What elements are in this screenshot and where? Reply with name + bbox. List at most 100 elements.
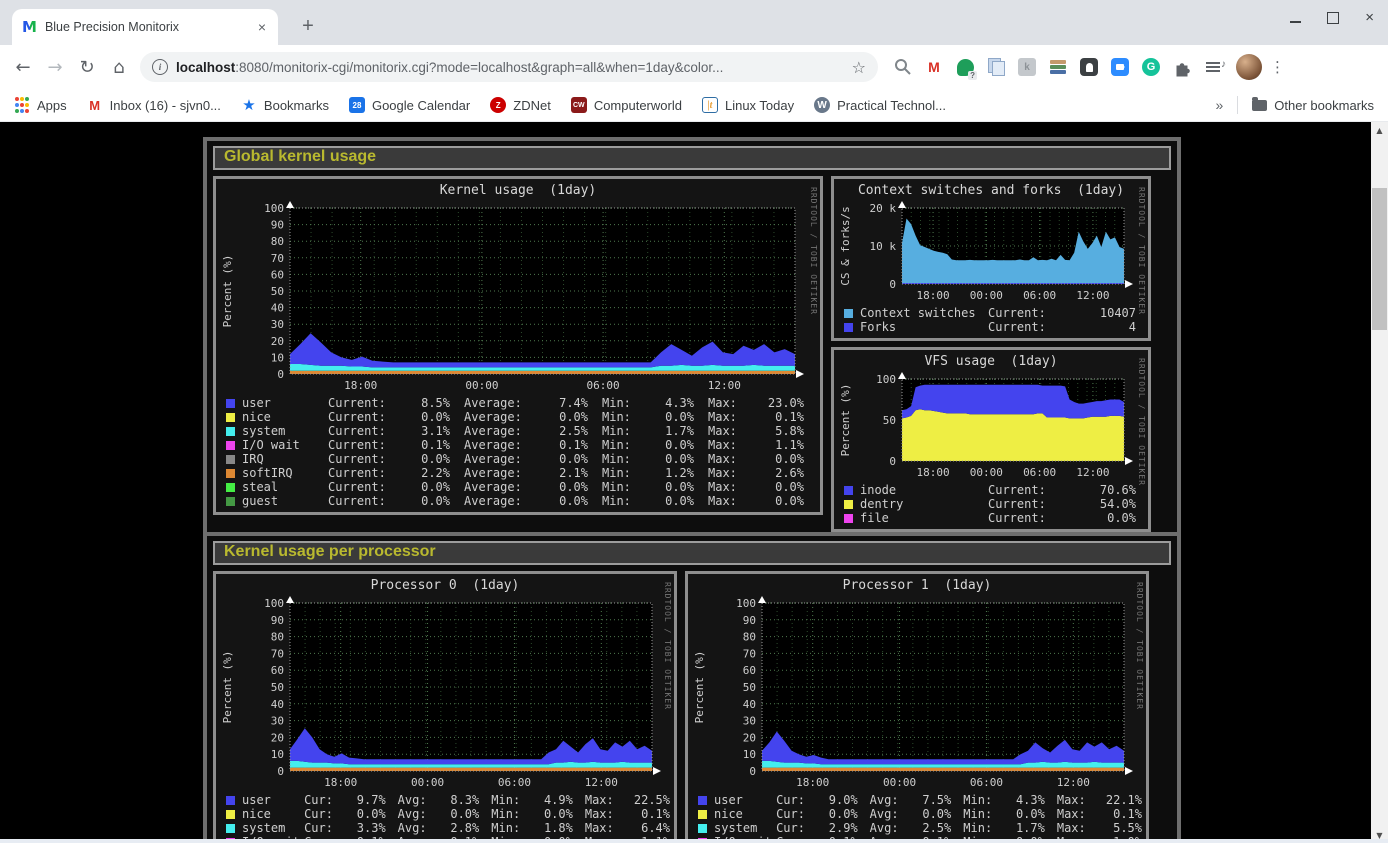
legend-series-name: steal <box>242 480 328 494</box>
legend-stat: Min:0.0% <box>602 410 694 424</box>
legend-swatch <box>226 455 235 464</box>
bookmark-star-icon[interactable]: ☆ <box>852 58 866 77</box>
other-bookmarks-label: Other bookmarks <box>1274 98 1374 113</box>
chart-panel-vfs-usage[interactable]: VFS usage (1day)050100Percent (%)18:0000… <box>831 347 1151 532</box>
svg-text:0: 0 <box>889 455 896 468</box>
profile-avatar[interactable] <box>1236 54 1262 80</box>
legend-series-name: file <box>860 511 988 525</box>
tab-strip: M Blue Precision Monitorix × + × <box>0 0 1388 45</box>
svg-text:12:00: 12:00 <box>1057 776 1090 789</box>
legend-stat: Average:2.1% <box>464 466 588 480</box>
legend-stat: Min:1.2% <box>602 466 694 480</box>
legend-series-name: system <box>714 821 776 835</box>
legend-stat: Current:8.5% <box>328 396 450 410</box>
scroll-up-icon[interactable]: ▲ <box>1371 122 1388 138</box>
voice-icon[interactable]: ? <box>954 56 976 78</box>
legend-stat: Current:0.0% <box>328 480 450 494</box>
forward-icon[interactable]: → <box>40 52 70 82</box>
svg-text:12:00: 12:00 <box>1076 466 1109 479</box>
person-ext-icon[interactable]: k <box>1016 56 1038 78</box>
zoom-cam-icon[interactable] <box>1109 56 1131 78</box>
svg-text:06:00: 06:00 <box>1023 466 1056 479</box>
keeper-icon[interactable] <box>1078 56 1100 78</box>
page-content: Global kernel usage Kernel usage (1day)0… <box>0 122 1388 843</box>
gmail-ext-icon[interactable]: M <box>923 56 945 78</box>
svg-text:20 k: 20 k <box>870 202 897 215</box>
close-button[interactable]: × <box>1365 13 1374 23</box>
bookmark-item[interactable]: WPractical Technol... <box>814 97 946 113</box>
reload-icon[interactable]: ↻ <box>72 52 102 82</box>
grammarly-icon[interactable]: G <box>1140 56 1162 78</box>
svg-text:90: 90 <box>271 219 284 232</box>
home-icon[interactable]: ⌂ <box>104 52 134 82</box>
bookmark-item[interactable]: CWComputerworld <box>571 97 682 113</box>
chart-panel-kernel-usage[interactable]: Kernel usage (1day)010203040506070809010… <box>213 176 823 515</box>
svg-text:06:00: 06:00 <box>498 776 531 789</box>
svg-text:90: 90 <box>271 614 284 627</box>
legend-stat: Max:0.1% <box>708 410 804 424</box>
legend-stat: Average:0.0% <box>464 480 588 494</box>
url-text[interactable]: localhost:8080/monitorix-cgi/monitorix.c… <box>176 60 844 75</box>
legend-row: userCur:9.0%Avg:7.5%Min:4.3%Max:22.1% <box>696 793 1142 807</box>
legend-series-name: user <box>714 793 776 807</box>
legend-stat: Max:0.1% <box>1057 807 1142 821</box>
scrollbar-thumb[interactable] <box>1372 188 1387 330</box>
new-tab-button[interactable]: + <box>294 12 322 40</box>
other-bookmarks-button[interactable]: Other bookmarks <box>1252 98 1374 113</box>
books-icon[interactable] <box>1047 56 1069 78</box>
legend-stat: Max:22.5% <box>585 793 670 807</box>
copy-icon[interactable] <box>985 56 1007 78</box>
legend-series-name: guest <box>242 494 328 508</box>
legend-stat: Max:1.1% <box>708 438 804 452</box>
svg-text:60: 60 <box>271 268 284 281</box>
bookmark-item[interactable]: 28Google Calendar <box>349 97 470 113</box>
legend-row: ForksCurrent:4 <box>842 320 1144 334</box>
browser-tab[interactable]: M Blue Precision Monitorix × <box>12 9 278 45</box>
legend-stat: Average:2.5% <box>464 424 588 438</box>
puzzle-extensions-icon[interactable] <box>1171 56 1193 78</box>
bookmark-item[interactable]: MInbox (16) - sjvn0... <box>87 97 221 113</box>
chart-title: Processor 0 (1day) <box>220 578 670 595</box>
svg-text:100: 100 <box>264 597 284 610</box>
bookmark-label: Bookmarks <box>264 98 329 113</box>
legend-swatch <box>698 796 707 805</box>
gmail-icon: M <box>87 97 103 113</box>
back-icon[interactable]: ← <box>8 52 38 82</box>
legend-stat: Max:2.6% <box>708 466 804 480</box>
svg-text:100: 100 <box>264 202 284 215</box>
bookmark-item[interactable]: Apps <box>14 97 67 113</box>
search-icon[interactable] <box>892 56 914 78</box>
bookmark-item[interactable]: ZZDNet <box>490 97 551 113</box>
legend-stat: Min:0.0% <box>963 807 1045 821</box>
address-bar[interactable]: i localhost:8080/monitorix-cgi/monitorix… <box>140 52 878 82</box>
legend-row: Context switchesCurrent:10407 <box>842 306 1144 320</box>
svg-text:00:00: 00:00 <box>411 776 444 789</box>
chart-panel-processor-1[interactable]: Processor 1 (1day)0102030405060708090100… <box>685 571 1149 843</box>
legend-stat: Average:7.4% <box>464 396 588 410</box>
svg-text:18:00: 18:00 <box>324 776 357 789</box>
chart-plot: 050100Percent (%)18:0000:0006:0012:00 <box>838 371 1136 480</box>
legend-stat: Avg:7.5% <box>870 793 952 807</box>
bookmark-item[interactable]: ★Bookmarks <box>241 97 329 113</box>
maximize-button[interactable] <box>1327 12 1339 24</box>
svg-text:00:00: 00:00 <box>883 776 916 789</box>
legend-stat: Min:1.7% <box>602 424 694 438</box>
bookmark-item[interactable]: |tLinux Today <box>702 97 794 113</box>
legend-series-name: system <box>242 821 304 835</box>
page-scrollbar[interactable]: ▲ ▼ <box>1371 122 1388 843</box>
chart-panel-context-switches[interactable]: Context switches and forks (1day)010 k20… <box>831 176 1151 341</box>
tab-close-icon[interactable]: × <box>256 19 268 35</box>
zdnet-icon: Z <box>490 97 506 113</box>
legend-row: userCurrent:8.5%Average:7.4%Min:4.3%Max:… <box>224 396 816 410</box>
legend-swatch <box>844 486 853 495</box>
browser-menu-icon[interactable]: ⋮ <box>1264 58 1291 76</box>
chart-panel-processor-0[interactable]: Processor 0 (1day)0102030405060708090100… <box>213 571 677 843</box>
bookmarks-overflow-icon[interactable]: » <box>1216 97 1224 113</box>
chart-plot: 0102030405060708090100Percent (%)18:0000… <box>220 200 807 393</box>
browser-window: M Blue Precision Monitorix × + × ← → ↻ ⌂… <box>0 0 1388 843</box>
minimize-button[interactable] <box>1290 21 1301 23</box>
svg-text:50: 50 <box>271 681 284 694</box>
svg-text:00:00: 00:00 <box>970 289 1003 302</box>
site-info-icon[interactable]: i <box>152 59 168 75</box>
media-list-icon[interactable]: ♪ <box>1202 56 1224 78</box>
